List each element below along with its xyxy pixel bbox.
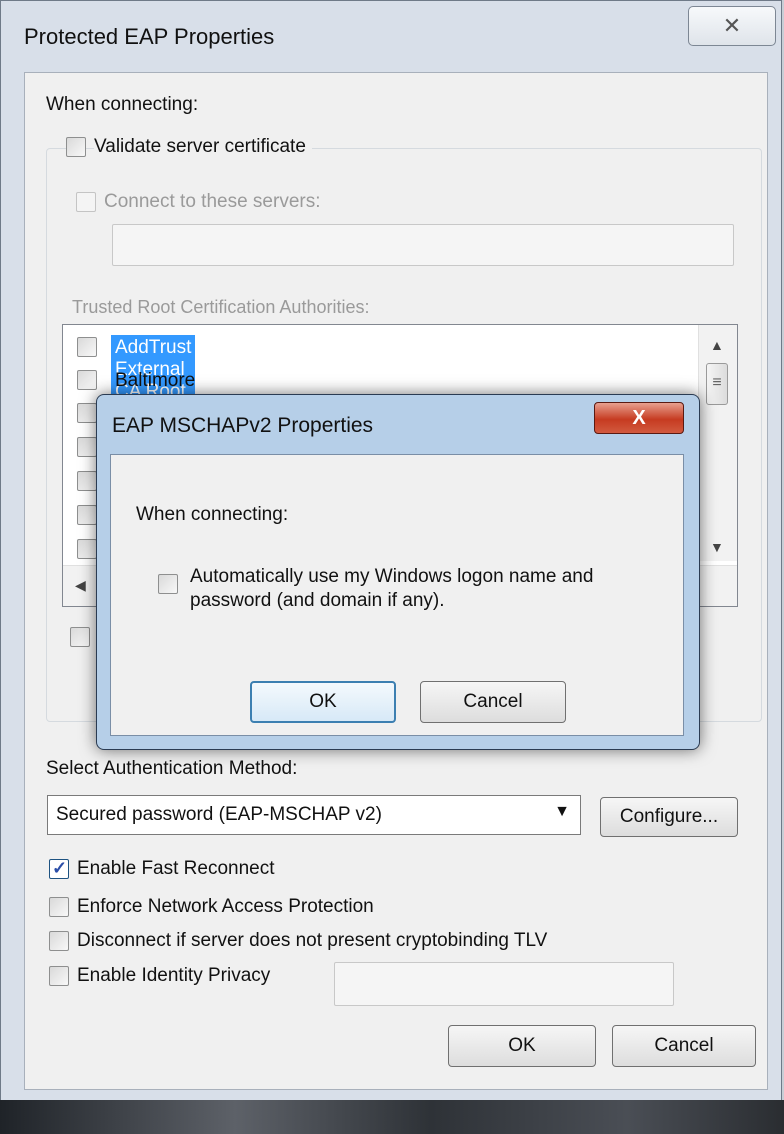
modal-cancel-button[interactable]: Cancel (420, 681, 566, 723)
nap-label: Enforce Network Access Protection (77, 896, 374, 917)
auth-method-select[interactable]: Secured password (EAP-MSCHAP v2) ▼ (47, 795, 581, 835)
vertical-scrollbar[interactable]: ▲ ≡ ▼ (698, 325, 737, 561)
connect-servers-checkbox[interactable] (76, 192, 96, 212)
ok-button[interactable]: OK (448, 1025, 596, 1067)
modal-when-connecting: When connecting: (136, 504, 289, 525)
nap-checkbox[interactable] (49, 897, 69, 917)
auto-logon-checkbox[interactable] (158, 574, 178, 594)
configure-button[interactable]: Configure... (600, 797, 738, 837)
cancel-button[interactable]: Cancel (612, 1025, 756, 1067)
ca-checkbox[interactable] (77, 471, 97, 491)
ca-checkbox[interactable] (77, 539, 97, 559)
identity-input[interactable] (334, 962, 674, 1006)
auto-logon-line1: Automatically use my Windows logon name … (190, 566, 594, 587)
hidden-option-checkbox[interactable] (70, 627, 90, 647)
ca-checkbox[interactable] (77, 437, 97, 457)
modal-close-button[interactable]: X (594, 402, 684, 434)
close-icon: X (632, 406, 646, 429)
identity-privacy-label: Enable Identity Privacy (77, 965, 271, 986)
modal-title: EAP MSCHAPv2 Properties (112, 414, 374, 437)
close-button[interactable]: ✕ (688, 6, 776, 46)
fast-reconnect-checkbox[interactable] (49, 858, 69, 879)
ca-checkbox[interactable] (77, 337, 97, 357)
scroll-left-icon[interactable]: ◀ (75, 577, 86, 594)
taskbar-edge (0, 1100, 784, 1134)
cryptobinding-label: Disconnect if server does not present cr… (77, 930, 548, 951)
scroll-down-icon[interactable]: ▼ (710, 539, 724, 555)
auth-method-value: Secured password (EAP-MSCHAP v2) (56, 804, 382, 825)
when-connecting-label: When connecting: (46, 94, 199, 115)
scroll-thumb[interactable]: ≡ (706, 363, 728, 405)
ca-checkbox[interactable] (77, 505, 97, 525)
modal-ok-button[interactable]: OK (250, 681, 396, 723)
scroll-up-icon[interactable]: ▲ (710, 337, 724, 353)
identity-privacy-checkbox[interactable] (49, 966, 69, 986)
window-title: Protected EAP Properties (24, 24, 275, 49)
auth-method-label: Select Authentication Method: (46, 758, 298, 779)
chevron-down-icon: ▼ (554, 803, 570, 820)
servers-input[interactable] (112, 224, 734, 266)
close-icon: ✕ (722, 13, 742, 38)
auto-logon-line2: password (and domain if any). (190, 590, 445, 611)
fast-reconnect-label: Enable Fast Reconnect (77, 858, 275, 879)
connect-servers-label: Connect to these servers: (104, 191, 321, 212)
ca-checkbox[interactable] (77, 403, 97, 423)
validate-cert-checkbox[interactable] (66, 137, 86, 157)
cryptobinding-checkbox[interactable] (49, 931, 69, 951)
ca-checkbox[interactable] (77, 370, 97, 390)
validate-cert-label: Validate server certificate (94, 136, 312, 158)
trusted-root-label: Trusted Root Certification Authorities: (72, 297, 370, 317)
